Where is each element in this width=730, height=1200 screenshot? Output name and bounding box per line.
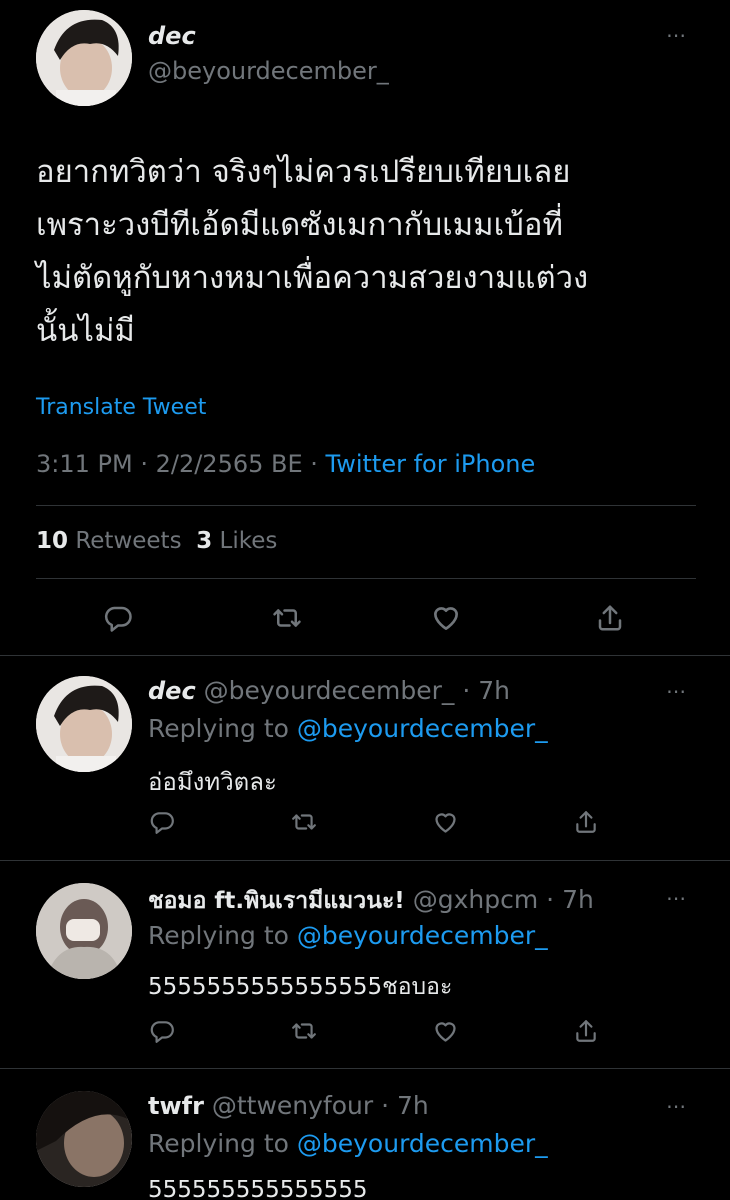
retweets-count: 10	[36, 528, 69, 554]
retweet-button[interactable]	[288, 1015, 320, 1047]
more-icon[interactable]: ⋯	[666, 681, 687, 701]
avatar[interactable]	[36, 10, 132, 106]
replying-to-link[interactable]: @beyourdecember_	[297, 921, 548, 950]
retweet-icon	[273, 609, 301, 627]
share-icon	[576, 811, 596, 833]
handle-time[interactable]: @gxhpcm · 7h	[413, 885, 594, 914]
translate-link[interactable]: Translate Tweet	[36, 395, 206, 420]
replying-to: Replying to @beyourdecember_	[148, 921, 548, 950]
more-icon[interactable]: ⋯	[666, 25, 687, 45]
likes-label: Likes	[219, 528, 278, 554]
tweet-text: อยากทวิตว่า จริงๆไม่ควรเปรียบเทียบเลย เพ…	[36, 146, 716, 358]
heart-icon	[434, 1021, 456, 1042]
replying-to-link[interactable]: @beyourdecember_	[297, 1129, 548, 1158]
more-icon[interactable]: ⋯	[666, 888, 687, 908]
reply-icon	[104, 606, 132, 632]
reply-button[interactable]	[146, 1015, 178, 1047]
replying-prefix: Replying to	[148, 714, 297, 743]
handle-time[interactable]: @ttwenyfour · 7h	[212, 1091, 429, 1120]
handle-time[interactable]: @beyourdecember_ · 7h	[204, 676, 510, 705]
engagement-stats: 10 Retweets 3 Likes	[36, 528, 277, 554]
reply-button[interactable]	[102, 602, 134, 634]
reply-header: ชอมอ ft.พินเรามีแมวนะ! @gxhpcm · 7h	[148, 883, 594, 919]
more-icon[interactable]: ⋯	[666, 1096, 687, 1116]
tweet-text-line: เพราะวงบีทีเอ้ดมีแดซังเมกากับเมมเบ้อที่	[36, 207, 563, 243]
likes-stat[interactable]: 3 Likes	[196, 528, 277, 554]
replying-to-link[interactable]: @beyourdecember_	[297, 714, 548, 743]
reply-text: อ่อมึงทวิตละ	[148, 768, 277, 796]
display-name[interactable]: dec	[148, 677, 196, 705]
replying-prefix: Replying to	[148, 921, 297, 950]
replying-prefix: Replying to	[148, 1129, 297, 1158]
avatar[interactable]	[36, 1091, 132, 1187]
handle[interactable]: @beyourdecember_	[148, 57, 389, 85]
retweet-icon	[292, 814, 316, 830]
reply-icon	[150, 1021, 174, 1043]
display-name[interactable]: ชอมอ ft.พินเรามีแมวนะ!	[148, 888, 405, 914]
retweets-label: Retweets	[75, 528, 182, 554]
reply-tweet[interactable]: twfr @ttwenyfour · 7h ⋯ Replying to @bey…	[0, 1069, 730, 1200]
share-button[interactable]	[594, 602, 626, 634]
display-name[interactable]: twfr	[148, 1092, 204, 1120]
timestamp[interactable]: 3:11 PM · 2/2/2565 BE ·	[36, 450, 326, 478]
reply-text: 555555555555555	[148, 1177, 368, 1200]
tweet-meta: 3:11 PM · 2/2/2565 BE · Twitter for iPho…	[36, 450, 535, 478]
display-name[interactable]: dec	[148, 22, 196, 50]
reply-text: 5555555555555555ชอบอะ	[148, 974, 453, 1000]
reply-button[interactable]	[146, 806, 178, 838]
avatar[interactable]	[36, 883, 132, 979]
retweets-stat[interactable]: 10 Retweets	[36, 528, 182, 554]
share-icon	[576, 1020, 596, 1042]
like-button[interactable]	[429, 1015, 461, 1047]
heart-icon	[434, 607, 458, 630]
retweet-button[interactable]	[271, 602, 303, 634]
like-button[interactable]	[429, 806, 461, 838]
tweet-text-line: นั้นไม่มี	[36, 313, 135, 349]
likes-count: 3	[196, 528, 213, 554]
divider	[36, 578, 696, 579]
reply-header: twfr @ttwenyfour · 7h	[148, 1091, 429, 1120]
replying-to: Replying to @beyourdecember_	[148, 1129, 548, 1158]
reply-tweet[interactable]: ชอมอ ft.พินเรามีแมวนะ! @gxhpcm · 7h ⋯ Re…	[0, 861, 730, 1067]
retweet-button[interactable]	[288, 806, 320, 838]
avatar[interactable]	[36, 676, 132, 772]
source-link[interactable]: Twitter for iPhone	[326, 450, 536, 478]
retweet-icon	[292, 1023, 316, 1039]
heart-icon	[434, 812, 456, 833]
tweet-text-line: อยากทวิตว่า จริงๆไม่ควรเปรียบเทียบเลย	[36, 154, 571, 190]
divider	[36, 505, 696, 506]
replying-to: Replying to @beyourdecember_	[148, 714, 548, 743]
share-icon	[598, 605, 622, 631]
like-button[interactable]	[430, 602, 462, 634]
reply-header: dec @beyourdecember_ · 7h	[148, 676, 510, 705]
reply-tweet[interactable]: dec @beyourdecember_ · 7h ⋯ Replying to …	[0, 656, 730, 858]
tweet-text-line: ไม่ตัดหูกับหางหมาเพื่อความสวยงามแต่วง	[36, 260, 589, 296]
share-button[interactable]	[570, 806, 602, 838]
share-button[interactable]	[570, 1015, 602, 1047]
reply-icon	[150, 812, 174, 834]
